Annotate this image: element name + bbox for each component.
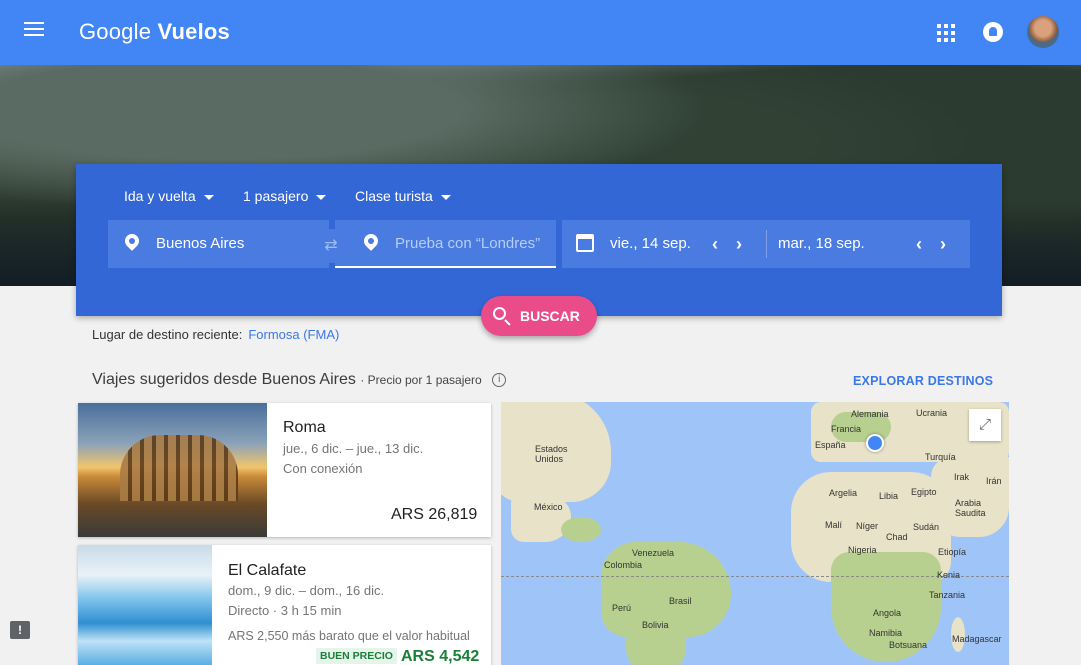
app-title[interactable]: Google Vuelos: [79, 19, 230, 45]
expand-map-icon[interactable]: ⤢: [969, 409, 1001, 441]
map-label: Angola: [873, 608, 902, 618]
map-label: Brasil: [669, 596, 692, 606]
depart-date[interactable]: vie., 14 sep.: [610, 235, 691, 252]
return-next-chevron-icon[interactable]: ›: [940, 234, 946, 255]
map-label: Arabia Saudita: [955, 498, 986, 518]
search-button[interactable]: BUSCAR: [481, 296, 597, 336]
card-stops: Con conexión: [283, 461, 363, 476]
map-label: Perú: [612, 603, 632, 613]
map-label: Egipto: [911, 487, 937, 497]
map-label: Madagascar: [952, 634, 1002, 644]
return-prev-chevron-icon[interactable]: ‹: [916, 234, 922, 255]
middle-east-land: [931, 457, 1009, 537]
card-price: ARS 4,542: [401, 648, 480, 665]
central-america-land: [561, 517, 601, 542]
map-label: España: [815, 440, 846, 450]
map-label: Ucrania: [916, 408, 948, 418]
suggestions-heading: Viajes sugeridos desde Buenos Aires: [92, 371, 356, 388]
notifications-icon[interactable]: [983, 22, 1003, 42]
map-label: Colombia: [604, 560, 643, 570]
recent-destination: Lugar de destino reciente: Formosa (FMA): [92, 327, 339, 342]
trip-type-dropdown[interactable]: Ida y vuelta: [124, 188, 214, 204]
suggestion-card-roma[interactable]: Roma jue., 6 dic. – jue., 13 dic. Con co…: [78, 403, 491, 537]
map-label: Argelia: [829, 488, 858, 498]
cabin-class-label: Clase turista: [355, 188, 433, 204]
card-price: ARS 26,819: [391, 506, 478, 523]
passengers-dropdown[interactable]: 1 pasajero: [243, 188, 327, 204]
map-label: Libia: [879, 491, 899, 501]
calendar-icon[interactable]: [576, 234, 594, 252]
card-city: El Calafate: [228, 562, 307, 579]
suggestions-subtitle: · Precio por 1 pasajero: [360, 373, 482, 387]
swap-icon[interactable]: ⇄: [314, 229, 348, 263]
location-pin-icon: [125, 234, 139, 252]
colosseum-image: [78, 403, 267, 537]
map-label: Botsuana: [889, 640, 928, 650]
app-title-light: Google: [79, 19, 152, 44]
map-label: Turquía: [925, 452, 956, 462]
map-label: México: [534, 502, 563, 512]
apps-grid-icon[interactable]: [937, 24, 955, 42]
menu-icon[interactable]: [24, 22, 46, 42]
destination-placeholder: Prueba con “Londres”: [395, 235, 541, 252]
avatar[interactable]: [1027, 16, 1059, 48]
map-label: Chad: [886, 532, 908, 542]
map-label: Kenia: [937, 570, 961, 580]
suggestions-title: Viajes sugeridos desde Buenos Aires · Pr…: [92, 371, 507, 389]
search-panel: Ida y vuelta 1 pasajero Clase turista Bu…: [76, 164, 1002, 316]
depart-prev-chevron-icon[interactable]: ‹: [712, 234, 718, 255]
caret-down-icon: [440, 194, 451, 200]
map-label: Nigeria: [848, 545, 877, 555]
card-city: Roma: [283, 419, 326, 436]
map-label: Francia: [831, 424, 862, 434]
map-label: Malí: [825, 520, 843, 530]
map-label: Bolivia: [642, 620, 669, 630]
equator-line: [501, 576, 1009, 577]
app-bar: Google Vuelos: [0, 0, 1081, 65]
origin-field[interactable]: Buenos Aires: [108, 220, 329, 268]
explore-destinations-link[interactable]: EXPLORAR DESTINOS: [853, 374, 993, 388]
trip-type-label: Ida y vuelta: [124, 188, 196, 204]
map-label: Namibia: [869, 628, 903, 638]
cabin-class-dropdown[interactable]: Clase turista: [355, 188, 451, 204]
map-label: Alemania: [851, 409, 889, 419]
map-label: Etiopía: [938, 547, 967, 557]
card-dates: jue., 6 dic. – jue., 13 dic.: [283, 441, 424, 456]
dates-field: vie., 14 sep. ‹ › mar., 18 sep. ‹ ›: [562, 220, 970, 268]
info-icon[interactable]: i: [492, 372, 507, 387]
location-marker-icon[interactable]: [866, 434, 884, 452]
app-title-bold: Vuelos: [157, 19, 230, 44]
glacier-image: [78, 545, 212, 665]
card-stops: Directo · 3 h 15 min: [228, 603, 342, 618]
suggestion-card-el-calafate[interactable]: El Calafate dom., 9 dic. – dom., 16 dic.…: [78, 545, 491, 665]
card-dates: dom., 9 dic. – dom., 16 dic.: [228, 583, 385, 598]
feedback-icon[interactable]: !: [10, 621, 30, 639]
search-button-label: BUSCAR: [520, 308, 580, 324]
south-america-south-land: [626, 627, 686, 665]
recent-label: Lugar de destino reciente:: [92, 327, 243, 342]
caret-down-icon: [203, 194, 214, 200]
recent-destination-link[interactable]: Formosa (FMA): [248, 327, 339, 342]
map-label: Tanzania: [929, 590, 966, 600]
map-label: Irak: [954, 472, 970, 482]
origin-value: Buenos Aires: [156, 235, 245, 252]
depart-next-chevron-icon[interactable]: ›: [736, 234, 742, 255]
card-price-note: ARS 2,550 más barato que el valor habitu…: [228, 629, 470, 643]
destination-field[interactable]: Prueba con “Londres”: [335, 220, 556, 268]
map-label: Venezuela: [632, 548, 675, 558]
map-label: Estados Unidos: [535, 444, 568, 464]
search-icon: [493, 307, 506, 320]
date-divider: [766, 230, 767, 258]
good-price-badge: BUEN PRECIO: [316, 648, 397, 664]
map-label: Níger: [856, 521, 879, 531]
destinations-map[interactable]: Alemania Ucrania Francia España Turquía …: [501, 402, 1009, 665]
caret-down-icon: [316, 194, 327, 200]
return-date[interactable]: mar., 18 sep.: [778, 235, 865, 252]
location-pin-icon: [364, 234, 378, 252]
passengers-label: 1 pasajero: [243, 188, 309, 204]
map-label: Sudán: [913, 522, 940, 532]
map-label: Irán: [986, 476, 1002, 486]
